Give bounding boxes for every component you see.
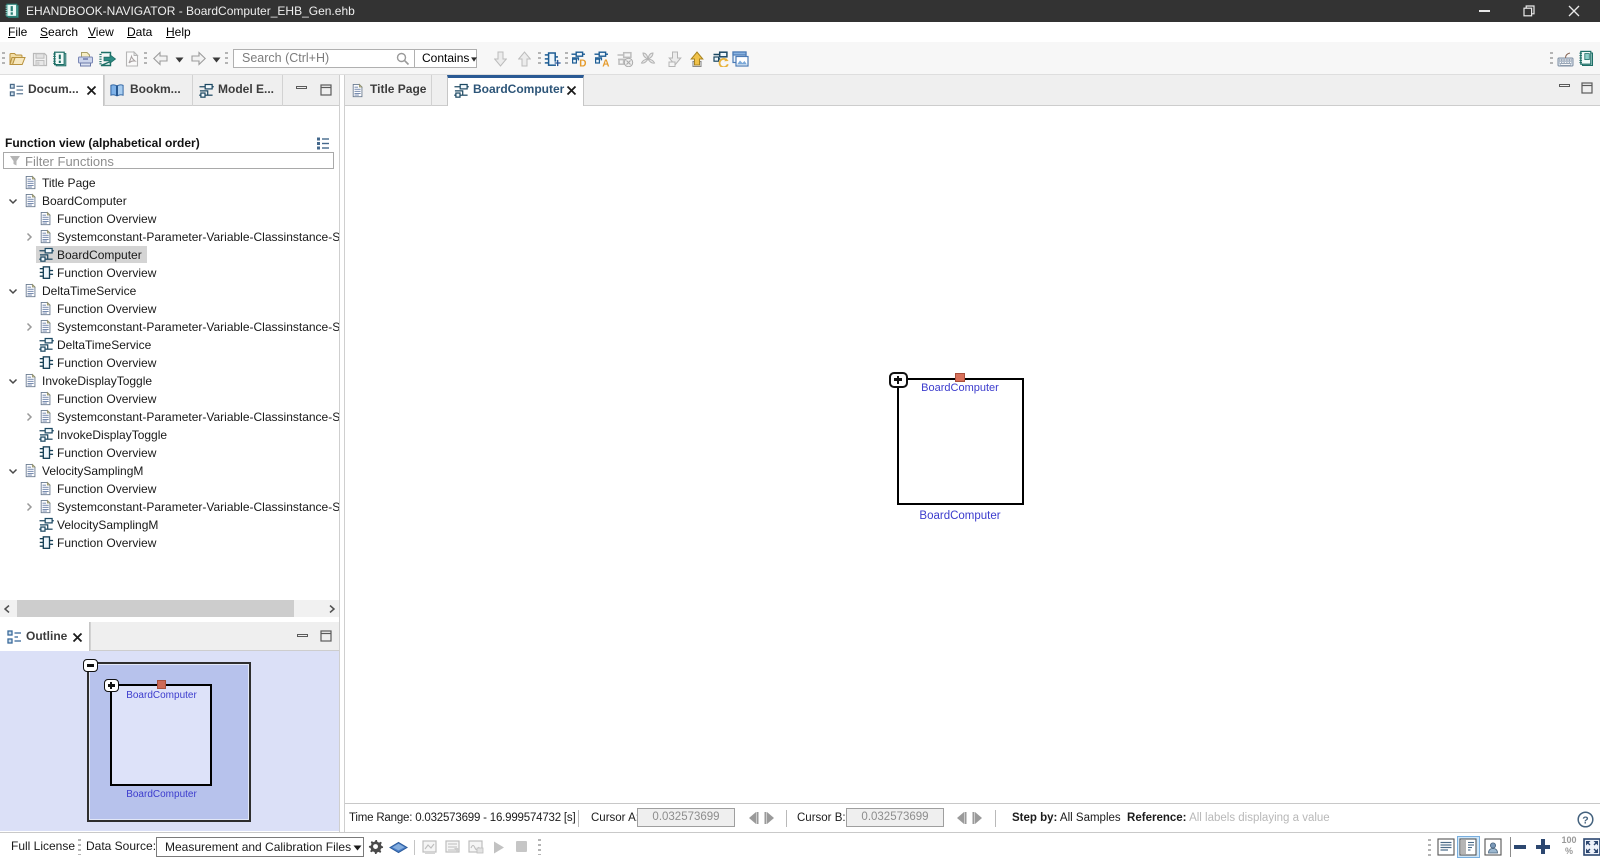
svg-text:A: A	[602, 59, 609, 68]
svg-text:D: D	[579, 59, 586, 68]
svg-text:?: ?	[1582, 814, 1588, 826]
